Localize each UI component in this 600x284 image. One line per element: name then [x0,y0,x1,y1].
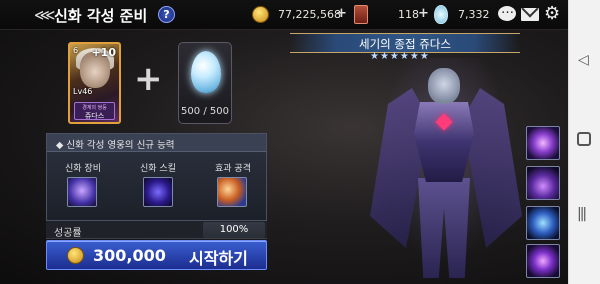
material-hero-card[interactable]: 6 +10 Lv46 경계의 쌍둥 쥬다스 [68,42,121,124]
add-gold-button[interactable]: + [336,6,347,21]
new-abilities-panel: ◆ 신화 각성 영웅의 신규 능력 신화 장비 신화 스킬 효과 공격 [46,133,267,221]
chat-icon[interactable] [498,2,516,21]
crystal-count: 500 / 500 [181,106,229,117]
gear-icon[interactable]: ⚙ [544,4,560,24]
hero-subtitle: 경계의 쌍둥 [82,105,107,111]
gold-coin-icon [67,247,84,264]
hero-preview-figure [370,58,522,284]
effect-attack-icon[interactable] [217,177,247,207]
abilities-header-label: 신화 각성 영웅의 신규 능력 [66,140,175,151]
add-ticket-button[interactable]: + [418,6,429,21]
nav-back-button[interactable]: ◁ [578,52,589,68]
hero-title-banner: 세기의 종접 쥬다스 [290,33,520,53]
hero-enhance-level: +10 [91,46,116,59]
mail-icon[interactable] [521,8,539,21]
figure-head [428,68,460,104]
start-cost: 300,000 [93,246,166,265]
gold-coin-icon [252,6,269,23]
system-nav-bar: ◁ ||| [568,0,600,284]
success-rate-row: 성공률 100% [46,221,267,239]
help-button[interactable]: ? [158,6,175,23]
ability-label-effect: 효과 공격 [215,164,251,174]
crystal-icon [191,51,221,93]
page-title: 신화 각성 준비 [54,7,148,25]
skill-icon-3[interactable] [526,206,560,240]
ability-label-skill: 신화 스킬 [140,164,176,174]
game-screen: ⋘ 신화 각성 준비 ? 77,225,568 + 118 + 7,332 ⚙ … [0,0,568,284]
top-bar: ⋘ 신화 각성 준비 ? 77,225,568 + 118 + 7,332 ⚙ [0,0,568,30]
start-button[interactable]: 300,000 시작하기 [46,240,267,270]
gem-icon [434,5,448,24]
abilities-header-text: ◆ 신화 각성 영웅의 신규 능력 [56,140,175,151]
mythic-skill-icon[interactable] [143,177,173,207]
ticket-icon [354,5,368,24]
ability-label-equipment: 신화 장비 [65,164,101,174]
success-rate-label: 성공률 [54,228,82,239]
crystal-material-card[interactable]: 500 / 500 [178,42,232,124]
gold-amount: 77,225,568 [278,8,341,21]
back-button[interactable]: ⋘ [34,6,55,24]
start-label: 시작하기 [189,249,248,268]
skill-icon-4[interactable] [526,244,560,278]
hero-title: 세기의 종접 쥬다스 [359,37,451,51]
abilities-header: ◆ 신화 각성 영웅의 신규 능력 [47,134,266,152]
hero-level: Lv46 [73,87,93,96]
skill-icon-1[interactable] [526,126,560,160]
nav-recent-apps-button[interactable]: ||| [577,206,587,222]
skill-icon-2[interactable] [526,166,560,200]
mythic-equipment-icon[interactable] [67,177,97,207]
hero-name-tag: 경계의 쌍둥 쥬다스 [74,102,115,120]
ticket-amount: 118 [398,8,419,21]
nav-home-button[interactable] [577,132,591,146]
success-rate-value: 100% [203,222,265,238]
hero-name: 쥬다스 [84,112,105,120]
gem-amount: 7,332 [458,8,490,21]
combine-plus-icon: + [134,59,163,99]
hero-rank: 6 [73,46,79,55]
star-rating: ★★★★★★ [370,51,430,62]
